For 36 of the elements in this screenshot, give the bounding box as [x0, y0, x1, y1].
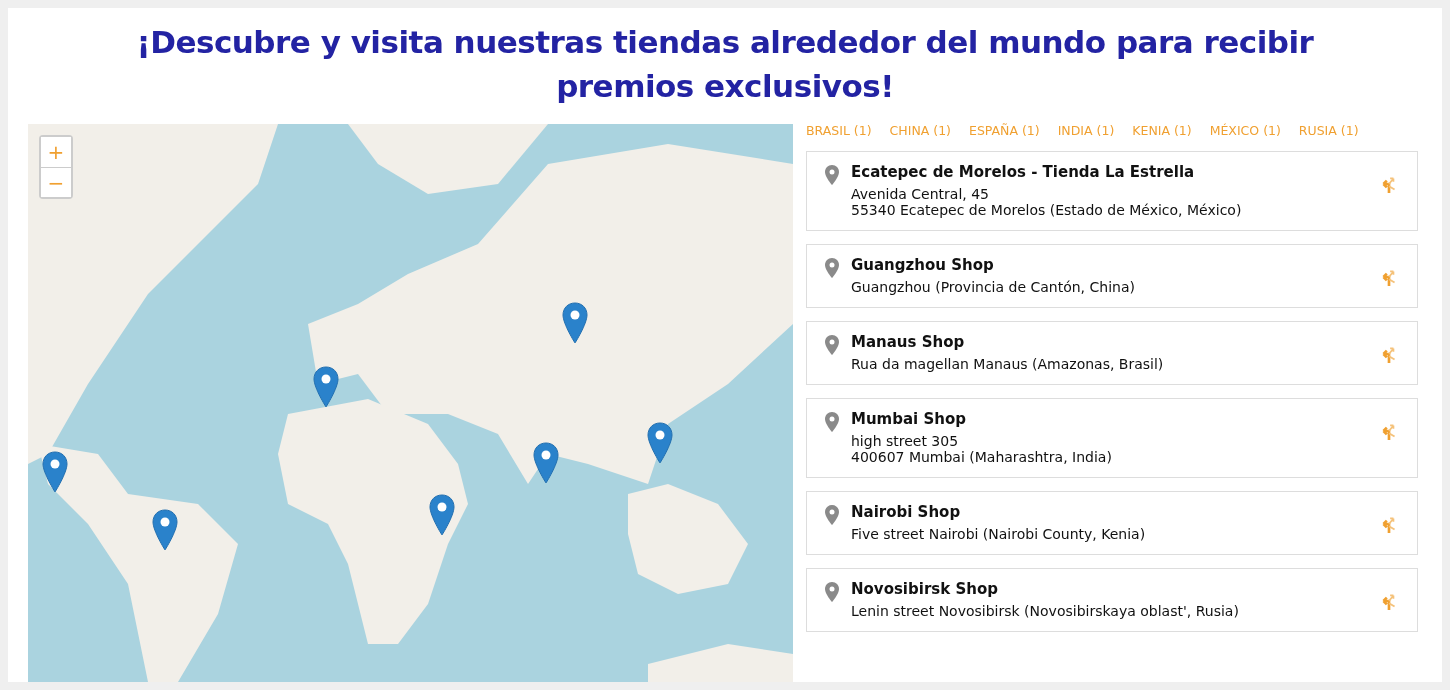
- store-name: Manaus Shop: [851, 334, 966, 350]
- map-marker-icon[interactable]: [429, 494, 455, 536]
- store-address: Guangzhou (Provincia de Cantón, China): [851, 279, 1136, 295]
- location-pin-icon: [825, 258, 839, 278]
- store-address: Rua da magellan Manaus (Amazonas, Brasil): [851, 356, 1165, 372]
- location-pin-icon: [825, 165, 839, 185]
- map-marker-icon[interactable]: [647, 422, 673, 464]
- location-pin-icon: [825, 335, 839, 355]
- store-address: Five street Nairobi (Nairobi County, Kenia): [851, 526, 1147, 542]
- page-title: ¡Descubre y visita nuestras tiendas alrededor del mundo para recibir premios exclusivos!: [135, 23, 1315, 106]
- country-filter-link[interactable]: KENIA (1): [1132, 123, 1192, 138]
- store-name: Ecatepec de Morelos - Tienda La Estrella: [851, 164, 1196, 180]
- location-pin-icon: [825, 505, 839, 525]
- store-name: Mumbai Shop: [851, 411, 967, 427]
- map-marker-icon[interactable]: [313, 366, 339, 408]
- store-address: Lenin street Novosibirsk (Novosibirskaya oblast', Rusia): [851, 603, 1240, 619]
- store-address: high street 305: [851, 433, 960, 449]
- map-marker-icon[interactable]: [42, 451, 68, 493]
- store-address: 55340 Ecatepec de Morelos (Estado de México, México): [851, 202, 1243, 218]
- store-name: Guangzhou Shop: [851, 257, 995, 273]
- country-filter-link[interactable]: CHINA (1): [889, 123, 951, 138]
- store-name: Nairobi Shop: [851, 504, 962, 520]
- location-pin-icon: [825, 412, 839, 432]
- country-filter-link[interactable]: RUSIA (1): [1298, 123, 1359, 138]
- country-filter-link[interactable]: ESPAÑA (1): [969, 123, 1040, 138]
- map-marker-icon[interactable]: [562, 302, 588, 344]
- country-filter-link[interactable]: MÉXICO (1): [1209, 123, 1281, 138]
- location-pin-icon: [825, 582, 839, 602]
- country-filter-link[interactable]: INDIA (1): [1057, 123, 1115, 138]
- store-name: Novosibirsk Shop: [851, 581, 999, 597]
- store-address: 400607 Mumbai (Maharashtra, India): [851, 449, 1113, 465]
- map-marker-icon[interactable]: [152, 509, 178, 551]
- store-address: Avenida Central, 45: [851, 186, 991, 202]
- country-filter-link[interactable]: BRASIL (1): [806, 123, 872, 138]
- zoom-out-button[interactable]: −: [41, 167, 71, 197]
- map-marker-icon[interactable]: [533, 442, 559, 484]
